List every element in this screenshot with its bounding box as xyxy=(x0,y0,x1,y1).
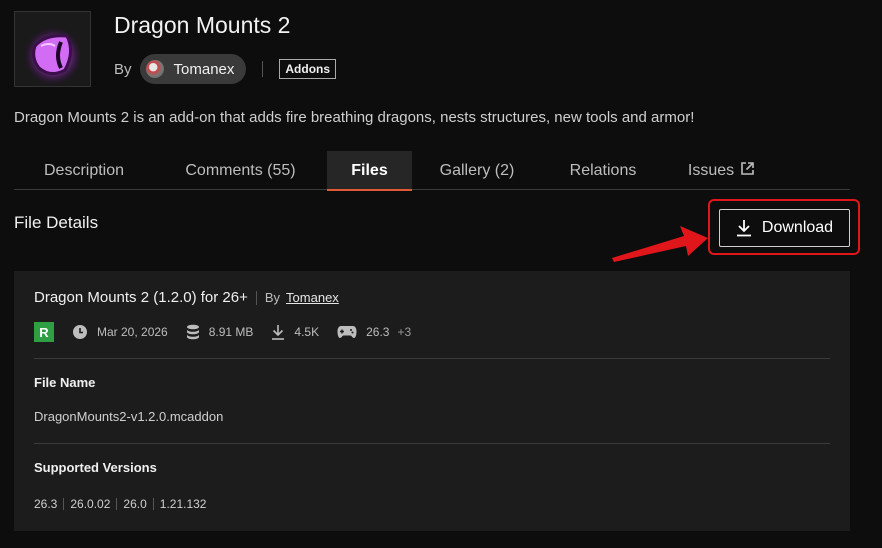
tab-comments[interactable]: Comments (55) xyxy=(154,151,327,190)
annotation-arrow xyxy=(612,226,708,262)
tab-relations[interactable]: Relations xyxy=(542,151,664,190)
divider xyxy=(63,498,65,510)
divider xyxy=(262,61,264,77)
tab-label: Issues xyxy=(687,161,735,179)
avatar xyxy=(145,60,164,78)
game-version-text: 26.3 xyxy=(366,325,390,339)
download-icon xyxy=(736,220,751,237)
tab-files[interactable]: Files xyxy=(327,151,412,191)
file-title-row: Dragon Mounts 2 (1.2.0) for 26+ By Toman… xyxy=(34,289,339,306)
file-card: Dragon Mounts 2 (1.2.0) for 26+ By Toman… xyxy=(14,271,850,531)
download-count-icon xyxy=(272,325,285,340)
project-description: Dragon Mounts 2 is an add-on that adds f… xyxy=(14,109,695,126)
divider xyxy=(116,498,118,510)
supported-versions-list: 26.3 26.0.02 26.0 1.21.132 xyxy=(34,497,206,511)
more-versions-count[interactable]: +3 xyxy=(397,325,411,339)
file-downloads: 4.5K xyxy=(271,324,319,340)
divider xyxy=(34,358,830,359)
file-details-heading: File Details xyxy=(14,213,99,232)
file-author-link[interactable]: Tomanex xyxy=(286,290,339,305)
database-icon xyxy=(186,324,199,340)
external-link-icon xyxy=(740,161,755,181)
divider xyxy=(34,443,830,444)
project-title: Dragon Mounts 2 xyxy=(114,12,291,38)
by-label: By xyxy=(114,60,132,78)
project-logo xyxy=(14,11,91,87)
tab-issues[interactable]: Issues xyxy=(664,151,779,190)
tab-bar: Description Comments (55) Files Gallery … xyxy=(14,151,850,191)
gamepad-icon xyxy=(337,326,357,338)
file-by-label: By xyxy=(264,290,281,305)
tab-label: Gallery (2) xyxy=(439,161,515,179)
category-tag[interactable]: Addons xyxy=(279,59,337,79)
clock-icon xyxy=(73,325,87,339)
divider xyxy=(152,498,154,510)
tab-description[interactable]: Description xyxy=(14,151,154,190)
version-item: 26.0.02 xyxy=(70,497,111,511)
file-date: Mar 20, 2026 xyxy=(72,324,168,340)
release-type-badge: R xyxy=(34,322,54,342)
file-name-value: DragonMounts2-v1.2.0.mcaddon xyxy=(34,409,224,424)
author-chip[interactable]: Tomanex xyxy=(139,54,247,84)
tab-label: Comments (55) xyxy=(185,161,296,179)
download-button[interactable]: Download xyxy=(719,209,850,247)
divider xyxy=(255,290,257,305)
tab-label: Relations xyxy=(569,161,637,179)
supported-versions-label: Supported Versions xyxy=(34,460,157,475)
file-name-label: File Name xyxy=(34,375,96,390)
file-title[interactable]: Dragon Mounts 2 (1.2.0) for 26+ xyxy=(34,289,248,306)
file-downloads-text: 4.5K xyxy=(294,325,320,339)
file-game-version: 26.3 +3 xyxy=(337,325,411,339)
byline: By Tomanex Addons xyxy=(114,54,337,84)
tab-label: Files xyxy=(351,161,388,179)
tab-gallery[interactable]: Gallery (2) xyxy=(412,151,542,190)
tab-label: Description xyxy=(43,161,125,179)
download-label: Download xyxy=(761,219,834,236)
author-name: Tomanex xyxy=(173,60,235,78)
file-meta-row: R Mar 20, 2026 8.91 MB 4.5K 26.3 +3 xyxy=(34,321,429,343)
version-item: 1.21.132 xyxy=(159,497,207,511)
version-item: 26.3 xyxy=(34,497,58,511)
file-size-text: 8.91 MB xyxy=(208,325,254,339)
file-date-text: Mar 20, 2026 xyxy=(97,325,168,339)
version-item: 26.0 xyxy=(123,497,147,511)
file-size: 8.91 MB xyxy=(186,324,254,340)
